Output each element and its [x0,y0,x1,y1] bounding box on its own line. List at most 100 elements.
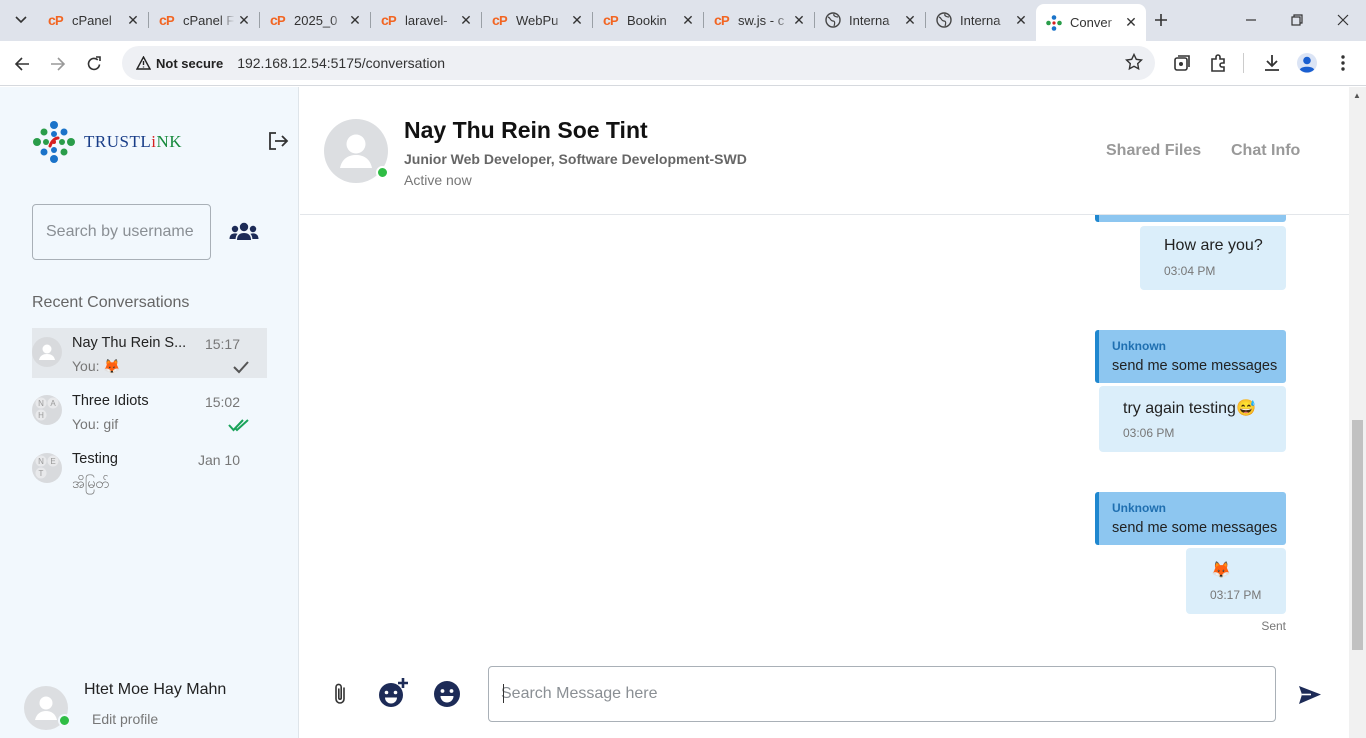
logout-button[interactable] [267,131,289,156]
close-tab-icon[interactable]: ✕ [124,11,142,29]
browser-tab[interactable]: cP sw.js - c ✕ [704,6,814,34]
reply-text: send me some messages [1112,358,1278,374]
browser-tab[interactable]: cP laravel- ✕ [371,6,481,34]
svg-text:P: P [277,13,286,28]
message-bubble[interactable]: How are you? 03:04 PM [1140,226,1286,290]
close-window-button[interactable] [1320,6,1366,34]
tab-title: WebPu [516,12,559,28]
tab-search-dropdown[interactable] [8,8,34,32]
downloads-button[interactable] [1260,51,1284,75]
message-time: 03:04 PM [1164,264,1216,278]
new-group-button[interactable] [229,221,259,248]
arrow-left-icon [14,57,29,71]
conversation-item[interactable]: N A H Three Idiots 15:02 You: gif [32,386,267,436]
close-tab-icon[interactable]: ✕ [568,11,586,29]
emoji-button[interactable] [433,680,461,713]
download-icon [1265,55,1279,71]
forward-button[interactable] [44,50,72,78]
text-caret [503,684,504,703]
tab-title: Bookin [627,12,667,28]
scroll-up-arrow-icon[interactable]: ▲ [1353,91,1361,100]
reply-sender: Unknown [1112,339,1166,353]
reply-text: send me some messages [1112,520,1278,536]
reply-quote [1095,215,1286,222]
profile-icon [1297,53,1317,73]
browser-tab[interactable]: Interna ✕ [926,6,1036,34]
close-tab-icon[interactable]: ✕ [901,11,919,29]
conversation-name: Three Idiots [72,393,149,409]
sticker-button[interactable] [377,677,409,714]
cpanel-icon: cP [714,12,730,28]
close-tab-icon[interactable]: ✕ [457,11,475,29]
browser-tab[interactable]: cP 2025_0 ✕ [260,6,370,34]
message-time: 03:06 PM [1123,426,1175,440]
browser-tab[interactable]: cP WebPu ✕ [482,6,592,34]
username-search-input[interactable] [32,204,211,260]
cpanel-icon: cP [492,12,508,28]
conversation-item[interactable]: Nay Thu Rein S... 15:17 You: 🦊 [32,328,267,378]
message-bubble[interactable]: try again testing😅 03:06 PM [1099,386,1286,452]
close-tab-icon[interactable]: ✕ [1122,14,1140,32]
chat-info-link[interactable]: Chat Info [1231,142,1300,160]
conversation-name: Nay Thu Rein S... [72,335,187,351]
browser-tab[interactable]: Interna ✕ [815,6,925,34]
svg-text:T: T [39,469,44,478]
page-scrollbar[interactable]: ▲ [1349,87,1366,738]
browser-tab-active[interactable]: Conver ✕ [1036,4,1146,41]
tab-sync-button[interactable] [1170,51,1194,75]
bookmark-star-icon[interactable] [1125,53,1143,71]
svg-text:H: H [38,411,44,420]
close-icon [1337,14,1349,26]
send-button[interactable] [1298,685,1322,710]
scrollbar-thumb[interactable] [1352,420,1363,650]
cpanel-icon: cP [270,12,286,28]
close-tab-icon[interactable]: ✕ [1012,11,1030,29]
svg-text:P: P [721,13,730,28]
contact-role: Junior Web Developer, Software Developme… [404,151,747,167]
new-tab-button[interactable] [1148,8,1174,32]
close-tab-icon[interactable]: ✕ [235,11,253,29]
extensions-button[interactable] [1206,51,1230,75]
reload-icon [87,56,101,71]
edit-profile-link[interactable]: Edit profile [92,711,158,727]
trustlink-logo-icon [33,121,75,163]
reload-button[interactable] [80,50,108,78]
browser-menu-button[interactable] [1331,51,1355,75]
trustlink-logo[interactable]: TRUSTLiNK [32,120,182,164]
url-text[interactable]: 192.168.12.54:5175/conversation [237,55,445,71]
back-button[interactable] [8,50,36,78]
tab-title: 2025_0 [294,12,338,28]
tab-title: cPanel [72,12,112,28]
chat-header: Nay Thu Rein Soe Tint Junior Web Develop… [300,87,1349,215]
shared-files-link[interactable]: Shared Files [1106,142,1201,160]
profile-button[interactable] [1295,51,1319,75]
reply-quote[interactable]: Unknown send me some messages [1095,330,1286,383]
restore-button[interactable] [1274,6,1320,34]
tab-title: sw.js - c [738,12,785,28]
toolbar-divider [1243,53,1244,73]
reply-quote[interactable]: Unknown send me some messages [1095,492,1286,545]
site-security-chip[interactable]: Not secure [130,50,229,76]
close-tab-icon[interactable]: ✕ [790,11,808,29]
address-bar[interactable]: Not secure 192.168.12.54:5175/conversati… [122,46,1155,80]
arrow-right-icon [51,57,66,71]
group-initials-icon: N A H [35,397,59,421]
sent-check-icon [233,361,249,374]
conversation-item[interactable]: N E T Testing Jan 10 အိမြတ် [32,444,267,494]
conversation-preview: အိမြတ် [72,475,109,491]
attach-button[interactable] [330,681,350,712]
minimize-button[interactable] [1228,6,1274,34]
close-tab-icon[interactable]: ✕ [346,11,364,29]
browser-tab[interactable]: cP cPanel F ✕ [149,6,259,34]
close-tab-icon[interactable]: ✕ [679,11,697,29]
browser-tab[interactable]: cP cPanel ✕ [38,6,148,34]
message-text: try again testing😅 [1123,400,1256,417]
cpanel-icon: cP [603,12,619,28]
browser-tab[interactable]: cP Bookin ✕ [593,6,703,34]
message-bubble[interactable]: 🦊 03:17 PM [1186,548,1286,614]
tab-title: Interna [960,12,1001,28]
online-status-dot [376,166,389,179]
contact-name: Nay Thu Rein Soe Tint [404,117,648,143]
message-input[interactable] [488,666,1276,722]
smiley-icon [434,681,460,707]
